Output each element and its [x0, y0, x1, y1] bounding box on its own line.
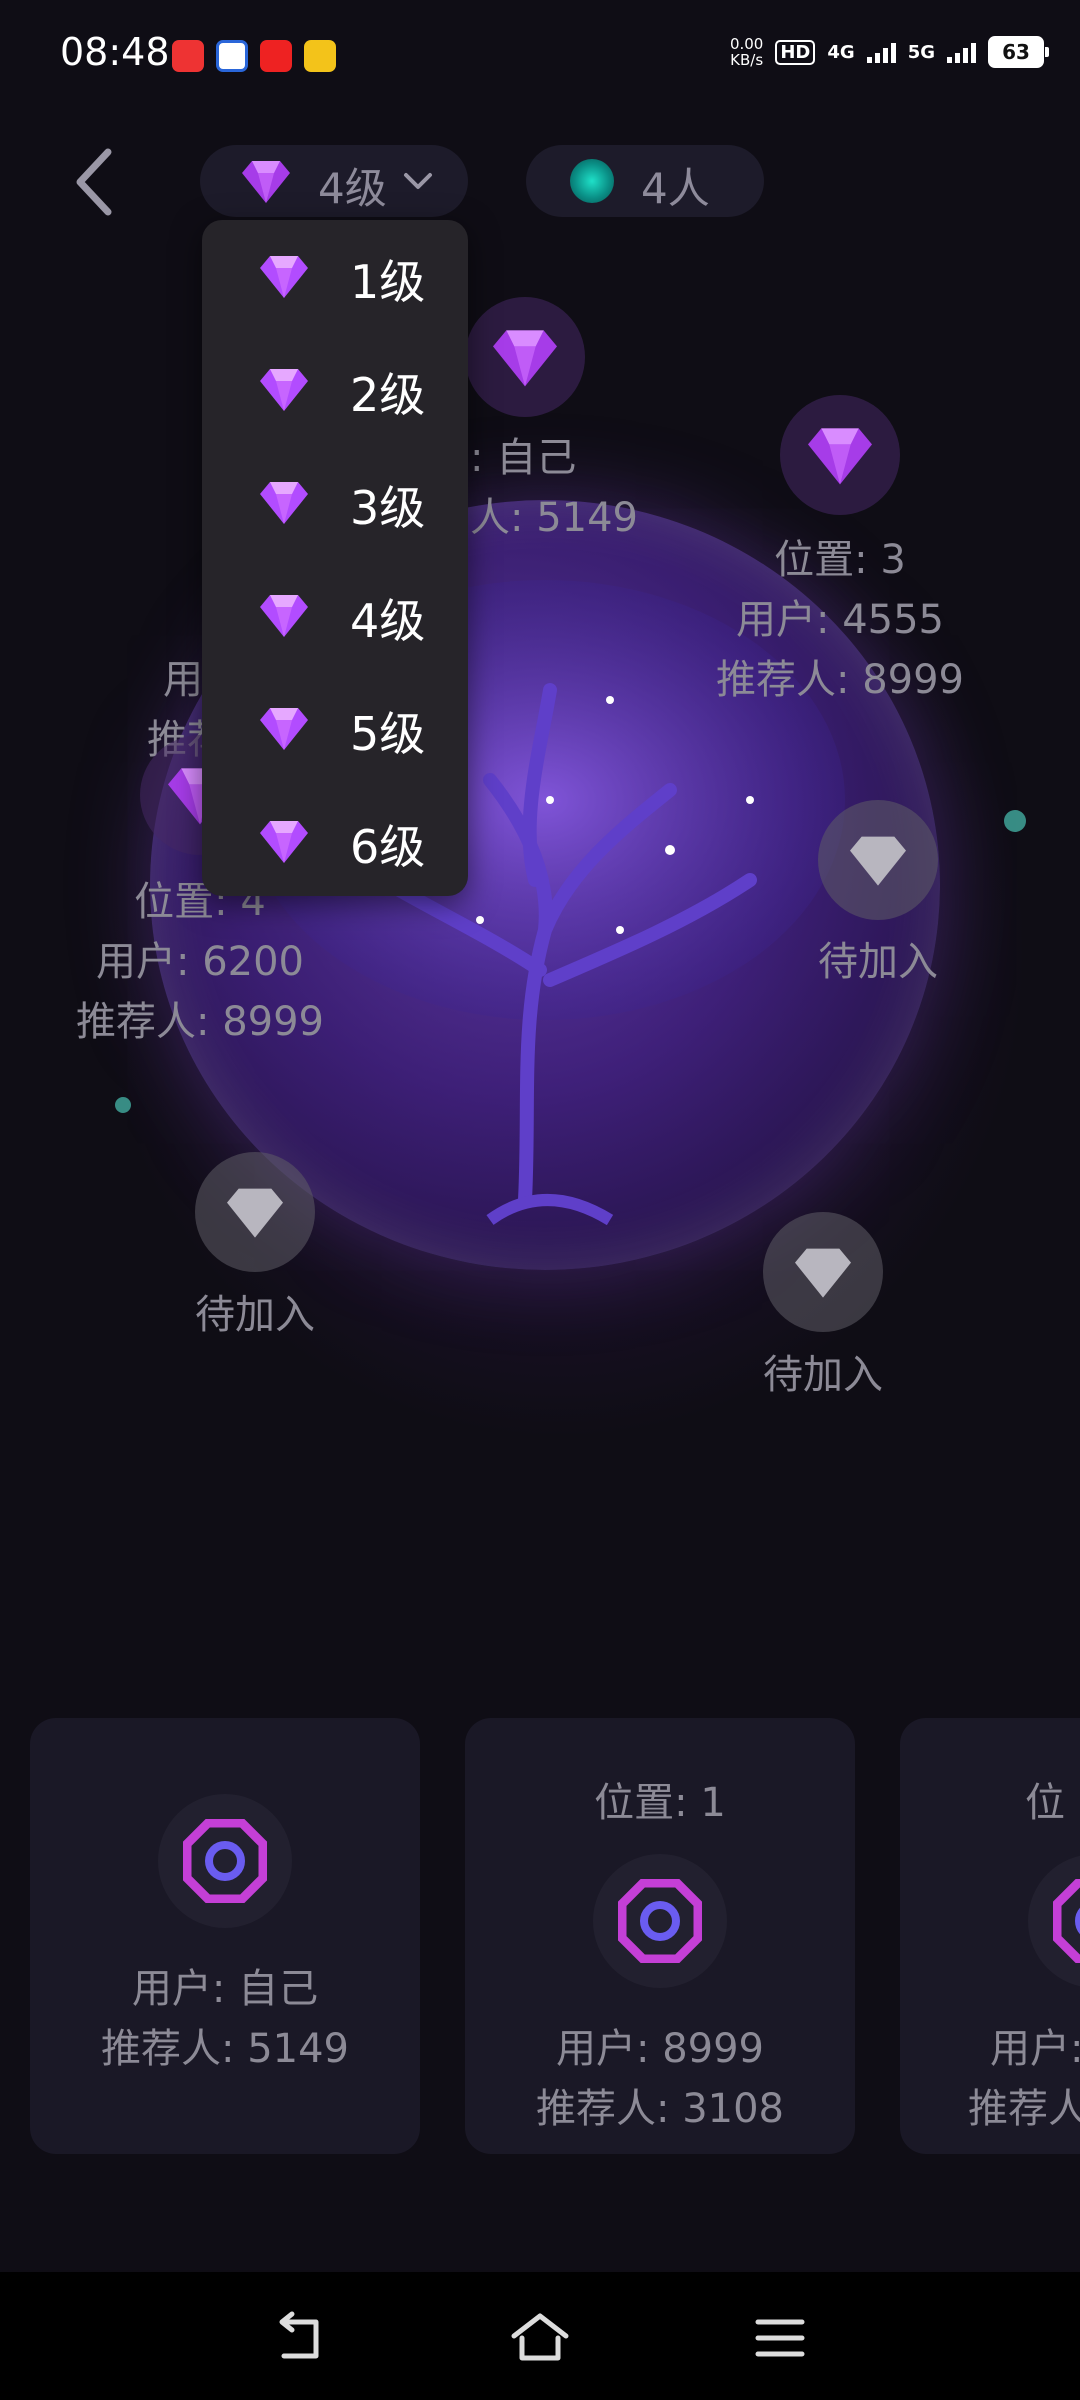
- hd-badge: HD: [775, 39, 816, 65]
- back-button[interactable]: [62, 140, 122, 220]
- level-option-1[interactable]: 1级: [202, 220, 468, 333]
- tree-node-left-user: 用户: 6200: [96, 939, 304, 985]
- octagon-ring-icon: [1053, 1879, 1080, 1963]
- card-position: 位: [1025, 1780, 1065, 1826]
- level-option-3[interactable]: 3级: [202, 446, 468, 559]
- empty-slot-left[interactable]: [195, 1152, 315, 1272]
- tree-node-right-user: 用户: 4555: [736, 597, 944, 643]
- empty-slot-right-label: 待加入: [818, 939, 938, 985]
- nav-back-button[interactable]: [270, 2308, 330, 2368]
- people-count-label: 4人: [641, 164, 710, 213]
- empty-slot-bottom-right[interactable]: [763, 1212, 883, 1332]
- tree-node-position-3[interactable]: [780, 395, 900, 515]
- network-4g: 4G: [827, 41, 855, 63]
- diamond-icon: [260, 708, 308, 750]
- diamond-icon: [850, 836, 906, 886]
- avatar: [158, 1794, 292, 1928]
- card-position: 位置: 1: [594, 1780, 726, 1826]
- diamond-icon: [260, 482, 308, 524]
- menu-icon: [755, 2319, 805, 2357]
- empty-slot-right[interactable]: [818, 800, 938, 920]
- diamond-icon: [493, 330, 557, 387]
- system-nav-bar: [0, 2272, 1080, 2400]
- chevron-down-icon: [404, 173, 432, 189]
- diamond-icon: [808, 428, 872, 485]
- clock: 08:48: [60, 30, 170, 74]
- teal-orb-icon: [570, 159, 614, 203]
- tree-node-left-user-partial: 用: [163, 657, 203, 703]
- avatar: [1028, 1854, 1080, 1988]
- nav-menu-button[interactable]: [750, 2308, 810, 2368]
- level-dropdown-menu: 1级 2级 3级 4级 5级 6级: [202, 220, 468, 896]
- member-card-self[interactable]: 用户: 自己 推荐人: 5149: [30, 1718, 420, 2154]
- status-icons: 0.00 KB/s HD 4G 5G 63: [729, 35, 1049, 69]
- empty-slot-bottom-right-label: 待加入: [763, 1352, 883, 1398]
- level-option-5[interactable]: 5级: [202, 672, 468, 785]
- card-referrer: 推荐人: 3108: [536, 2086, 784, 2132]
- notification-app-icon-3: [260, 40, 292, 72]
- empty-slot-left-label: 待加入: [195, 1292, 315, 1338]
- ambient-dot: [115, 1097, 131, 1113]
- level-option-6[interactable]: 6级: [202, 785, 468, 898]
- tree-node-left-referrer: 推荐人: 8999: [76, 999, 324, 1045]
- diamond-icon: [795, 1248, 851, 1298]
- diamond-icon: [227, 1188, 283, 1238]
- people-count: 4人: [526, 145, 764, 217]
- notification-app-icon-2: [216, 40, 248, 72]
- diamond-icon: [260, 595, 308, 637]
- octagon-ring-icon: [618, 1879, 702, 1963]
- card-user: 用户: 自己: [131, 1966, 319, 2012]
- card-referrer: 推荐人: [968, 2086, 1080, 2132]
- home-icon: [511, 2313, 569, 2361]
- diamond-icon: [260, 256, 308, 298]
- tree-node-right-referrer: 推荐人: 8999: [716, 657, 964, 703]
- card-user: 用户: 8999: [556, 2026, 764, 2072]
- octagon-ring-icon: [183, 1819, 267, 1903]
- status-bar: 08:48 0.00 KB/s HD 4G 5G 63: [0, 0, 1080, 110]
- chevron-left-icon: [76, 148, 112, 216]
- avatar: [593, 1854, 727, 1988]
- diamond-icon: [260, 369, 308, 411]
- member-card-position-1[interactable]: 位置: 1 用户: 8999 推荐人: 3108: [465, 1718, 855, 2154]
- network-speed: 0.00 KB/s: [729, 35, 764, 69]
- signal-bars-1-icon: [866, 41, 896, 63]
- tree-node-right-position: 位置: 3: [774, 537, 906, 583]
- level-selected-label: 4级: [318, 164, 387, 213]
- diamond-icon: [242, 161, 290, 203]
- ambient-dot: [1004, 810, 1026, 832]
- level-selector[interactable]: 4级: [200, 145, 468, 217]
- tree-node-top[interactable]: [465, 297, 585, 417]
- network-5g: 5G: [907, 41, 935, 63]
- nav-home-button[interactable]: [510, 2308, 570, 2368]
- back-arrow-icon: [279, 2311, 319, 2359]
- member-card-partial[interactable]: 位 用户: 推荐人: [900, 1718, 1080, 2154]
- notification-app-icon-1: [172, 40, 204, 72]
- signal-bars-2-icon: [947, 41, 976, 63]
- notification-app-icon-4: [304, 40, 336, 72]
- card-user: 用户:: [990, 2026, 1080, 2072]
- level-option-4[interactable]: 4级: [202, 559, 468, 672]
- card-referrer: 推荐人: 5149: [101, 2026, 349, 2072]
- level-option-2[interactable]: 2级: [202, 333, 468, 446]
- battery-icon: 63: [988, 36, 1049, 68]
- diamond-icon: [260, 821, 308, 863]
